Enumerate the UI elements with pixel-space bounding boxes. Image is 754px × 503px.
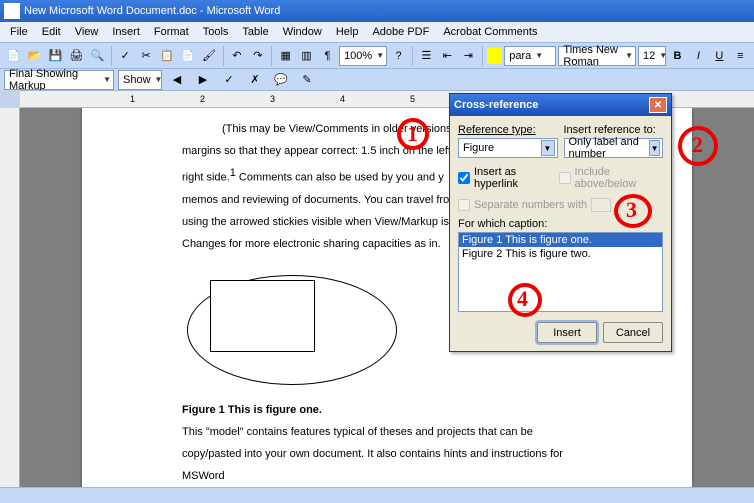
accept-button[interactable]: ✓ <box>218 69 240 91</box>
spell-button[interactable]: ✓ <box>116 45 135 67</box>
fontsize-combo[interactable]: 12▼ <box>638 46 666 66</box>
window-title: New Microsoft Word Document.doc - Micros… <box>24 5 280 17</box>
doc-line: copy/pasted into your own document. It a… <box>182 443 592 487</box>
separator <box>223 46 224 66</box>
preview-button[interactable]: 🔍 <box>88 45 107 67</box>
paste-button[interactable]: 📄 <box>179 45 198 67</box>
cross-reference-dialog: Cross-reference ✕ Reference type: Figure… <box>449 93 672 352</box>
show-combo[interactable]: Show▼ <box>118 70 162 90</box>
columns-button[interactable]: ▥ <box>297 45 316 67</box>
list-item[interactable]: Figure 1 This is figure one. <box>459 233 662 247</box>
next-change-button[interactable]: ▶ <box>192 69 214 91</box>
highlight-button[interactable] <box>487 48 503 64</box>
doc-line: This "model" contains features typical o… <box>182 421 592 443</box>
separator <box>111 46 112 66</box>
figure-caption: Figure 1 This is figure one. <box>182 399 592 421</box>
menu-insert[interactable]: Insert <box>106 24 146 40</box>
italic-button[interactable]: I <box>689 45 708 67</box>
titlebar: New Microsoft Word Document.doc - Micros… <box>0 0 754 22</box>
chevron-down-icon: ▼ <box>541 140 555 156</box>
ref-type-select[interactable]: Figure▼ <box>458 138 558 158</box>
cut-button[interactable]: ✂ <box>137 45 156 67</box>
zoom-combo[interactable]: 100%▼ <box>339 46 387 66</box>
dialog-title: Cross-reference <box>454 99 538 111</box>
menu-edit[interactable]: Edit <box>36 24 67 40</box>
format-painter-button[interactable]: 🖌 <box>200 45 219 67</box>
underline-button[interactable]: U <box>710 45 729 67</box>
undo-button[interactable]: ↶ <box>227 45 246 67</box>
list-item[interactable]: Figure 2 This is figure two. <box>459 247 662 261</box>
chevron-down-icon: ▼ <box>649 140 660 156</box>
reject-button[interactable]: ✗ <box>244 69 266 91</box>
separate-checkbox: Separate numbers with <box>458 198 663 212</box>
include-above-checkbox: Include above/below <box>559 166 663 190</box>
which-caption-label: For which caption: <box>458 218 547 230</box>
menu-file[interactable]: File <box>4 24 34 40</box>
menu-acrobat[interactable]: Acrobat Comments <box>437 24 543 40</box>
paragraph-marks-button[interactable]: ¶ <box>318 45 337 67</box>
separator <box>271 46 272 66</box>
dialog-titlebar[interactable]: Cross-reference ✕ <box>450 94 671 116</box>
indent-left-button[interactable]: ⇤ <box>438 45 457 67</box>
redo-button[interactable]: ↷ <box>248 45 267 67</box>
prev-change-button[interactable]: ◀ <box>166 69 188 91</box>
hyperlink-checkbox[interactable]: Insert as hyperlink <box>458 166 553 190</box>
style-combo[interactable]: para▼ <box>504 46 556 66</box>
ruler-vertical[interactable] <box>0 108 20 487</box>
insert-ref-label: Insert reference to: <box>564 124 664 136</box>
list-button[interactable]: ☰ <box>417 45 436 67</box>
align-left-button[interactable]: ≡ <box>731 45 750 67</box>
table-button[interactable]: ▦ <box>276 45 295 67</box>
caption-listbox[interactable]: Figure 1 This is figure one. Figure 2 Th… <box>458 232 663 312</box>
menu-table[interactable]: Table <box>236 24 274 40</box>
separator <box>482 46 483 66</box>
menu-adobepdf[interactable]: Adobe PDF <box>366 24 435 40</box>
comment-button[interactable]: 💬 <box>270 69 292 91</box>
statusbar <box>0 487 754 503</box>
bold-button[interactable]: B <box>668 45 687 67</box>
font-combo[interactable]: Times New Roman▼ <box>558 46 636 66</box>
new-button[interactable]: 📄 <box>4 45 23 67</box>
menu-format[interactable]: Format <box>148 24 195 40</box>
insert-ref-select[interactable]: Only label and number▼ <box>564 138 664 158</box>
save-button[interactable]: 💾 <box>46 45 65 67</box>
print-button[interactable]: 🖨 <box>67 45 86 67</box>
open-button[interactable]: 📂 <box>25 45 44 67</box>
rectangle-shape[interactable] <box>210 280 315 352</box>
menubar: File Edit View Insert Format Tools Table… <box>0 22 754 42</box>
cancel-button[interactable]: Cancel <box>603 322 663 343</box>
track-button[interactable]: ✎ <box>296 69 318 91</box>
insert-button[interactable]: Insert <box>537 322 597 343</box>
menu-window[interactable]: Window <box>277 24 328 40</box>
word-icon <box>4 3 20 19</box>
indent-right-button[interactable]: ⇥ <box>459 45 478 67</box>
toolbar-standard: 📄 📂 💾 🖨 🔍 ✓ ✂ 📋 📄 🖌 ↶ ↷ ▦ ▥ ¶ 100%▼ ? ☰ … <box>0 42 754 68</box>
menu-view[interactable]: View <box>69 24 105 40</box>
copy-button[interactable]: 📋 <box>158 45 177 67</box>
close-icon[interactable]: ✕ <box>649 97 667 113</box>
separator <box>412 46 413 66</box>
toolbar-reviewing: Final Showing Markup▼ Show▼ ◀ ▶ ✓ ✗ 💬 ✎ <box>0 68 754 90</box>
ref-type-label: Reference type: <box>458 124 558 136</box>
menu-tools[interactable]: Tools <box>197 24 235 40</box>
help-button[interactable]: ? <box>389 45 408 67</box>
markup-mode-combo[interactable]: Final Showing Markup▼ <box>4 70 114 90</box>
menu-help[interactable]: Help <box>330 24 365 40</box>
